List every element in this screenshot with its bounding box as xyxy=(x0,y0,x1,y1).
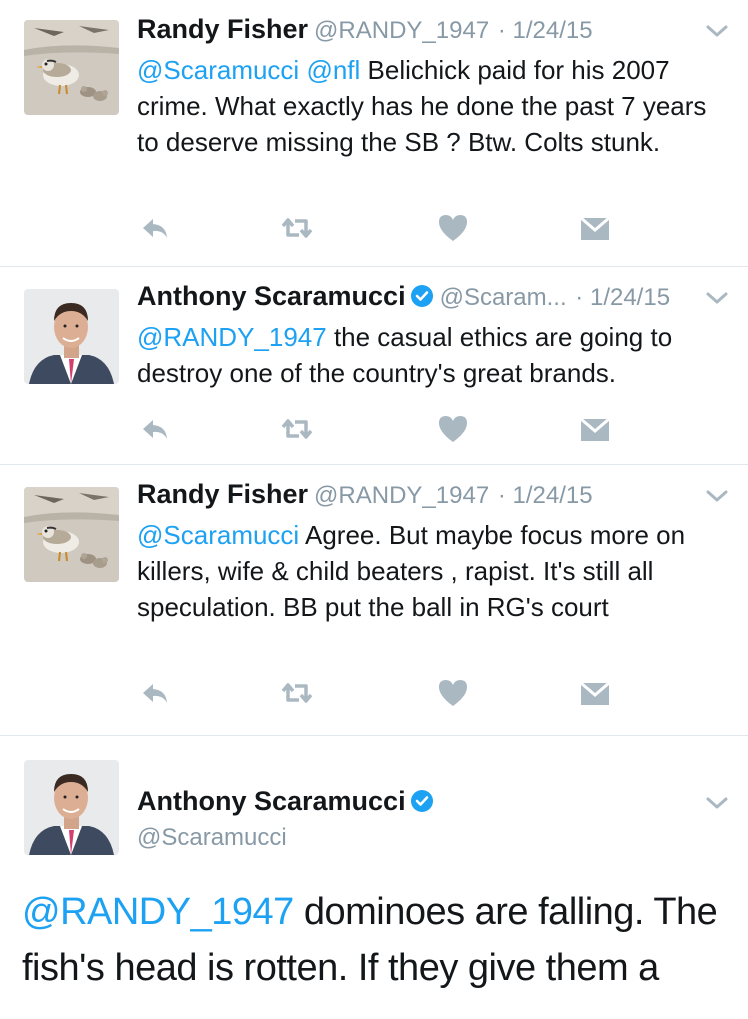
chevron-down-icon[interactable] xyxy=(704,289,730,307)
heart-icon xyxy=(439,680,467,706)
reply-button[interactable] xyxy=(137,210,173,246)
bird-photo-image xyxy=(24,20,119,115)
tweet-actions xyxy=(137,210,617,246)
bird-photo-image xyxy=(24,487,119,582)
portrait-photo-image xyxy=(24,760,119,855)
tweet[interactable]: Randy Fisher @RANDY_1947 · 1/24/15 @Scara… xyxy=(0,465,748,736)
direct-message-button[interactable] xyxy=(577,411,613,447)
direct-message-icon xyxy=(580,681,610,705)
like-button[interactable] xyxy=(435,411,471,447)
reply-icon xyxy=(143,684,167,703)
verified-badge-icon xyxy=(410,285,433,307)
portrait-photo-image xyxy=(24,289,119,384)
tweet-actions xyxy=(137,675,617,711)
user-handle[interactable]: @RANDY_1947 xyxy=(314,482,489,509)
reply-icon xyxy=(143,219,167,238)
tweet-header: Randy Fisher @RANDY_1947 · 1/24/15 xyxy=(137,479,730,510)
display-name[interactable]: Anthony Scaramucci xyxy=(137,786,406,816)
avatar-portrait[interactable] xyxy=(24,760,119,855)
separator-dot: · xyxy=(568,284,590,311)
avatar-portrait[interactable] xyxy=(24,289,119,384)
direct-message-button[interactable] xyxy=(577,675,613,711)
display-name[interactable]: Anthony Scaramucci xyxy=(137,281,406,311)
direct-message-icon xyxy=(580,216,610,240)
reply-icon xyxy=(143,420,167,439)
tweet-header: Anthony Scaramucci @Scaram... · 1/24/15 xyxy=(137,281,730,312)
tweet-date[interactable]: 1/24/15 xyxy=(513,17,593,44)
mention-link[interactable]: @nfl xyxy=(306,55,360,85)
avatar-bird-photo[interactable] xyxy=(24,20,119,115)
verified-badge-icon xyxy=(410,790,433,812)
mention-link[interactable]: @RANDY_1947 xyxy=(22,891,294,933)
heart-icon xyxy=(439,416,467,442)
tweet-header: Randy Fisher @RANDY_1947 · 1/24/15 xyxy=(137,14,730,45)
mention-link[interactable]: @Scaramucci xyxy=(137,55,299,85)
tweet[interactable]: Randy Fisher @RANDY_1947 · 1/24/15 @Scara… xyxy=(0,0,748,267)
retweet-button[interactable] xyxy=(279,210,315,246)
retweet-icon xyxy=(281,218,313,238)
tweet-text: @Scaramucci @nfl Belichick paid for his … xyxy=(137,52,728,160)
retweet-icon xyxy=(281,683,313,703)
tweet-text: @Scaramucci Agree. But maybe focus more … xyxy=(137,517,728,625)
tweet-date[interactable]: 1/24/15 xyxy=(590,284,670,311)
user-handle[interactable]: @Scaramucci xyxy=(137,824,287,852)
tweet-text: @RANDY_1947 the casual ethics are going … xyxy=(137,319,728,391)
tweet-text: @RANDY_1947 dominoes are falling. The fi… xyxy=(22,884,730,996)
separator-dot: · xyxy=(491,17,513,44)
user-handle[interactable]: @Scaram... xyxy=(440,284,567,311)
user-handle[interactable]: @RANDY_1947 xyxy=(314,17,489,44)
chevron-down-icon[interactable] xyxy=(704,794,730,812)
tweet-actions xyxy=(137,411,617,447)
retweet-icon xyxy=(281,419,313,439)
retweet-button[interactable] xyxy=(279,411,315,447)
retweet-button[interactable] xyxy=(279,675,315,711)
avatar-bird-photo[interactable] xyxy=(24,487,119,582)
reply-button[interactable] xyxy=(137,411,173,447)
mention-link[interactable]: @RANDY_1947 xyxy=(137,322,327,352)
chevron-down-icon[interactable] xyxy=(704,487,730,505)
tweet-header: Anthony Scaramucci xyxy=(137,786,434,817)
tweet-date[interactable]: 1/24/15 xyxy=(513,482,593,509)
chevron-down-icon[interactable] xyxy=(704,22,730,40)
like-button[interactable] xyxy=(435,210,471,246)
tweet[interactable]: Anthony Scaramucci @Scaram... · 1/24/15 @… xyxy=(0,267,748,465)
direct-message-button[interactable] xyxy=(577,210,613,246)
tweet-detail: Anthony Scaramucci @Scaramucci @RANDY_19… xyxy=(0,736,748,1019)
separator-dot: · xyxy=(491,482,513,509)
display-name[interactable]: Randy Fisher xyxy=(137,14,308,44)
display-name[interactable]: Randy Fisher xyxy=(137,479,308,509)
heart-icon xyxy=(439,215,467,241)
like-button[interactable] xyxy=(435,675,471,711)
mention-link[interactable]: @Scaramucci xyxy=(137,520,299,550)
reply-button[interactable] xyxy=(137,675,173,711)
direct-message-icon xyxy=(580,417,610,441)
